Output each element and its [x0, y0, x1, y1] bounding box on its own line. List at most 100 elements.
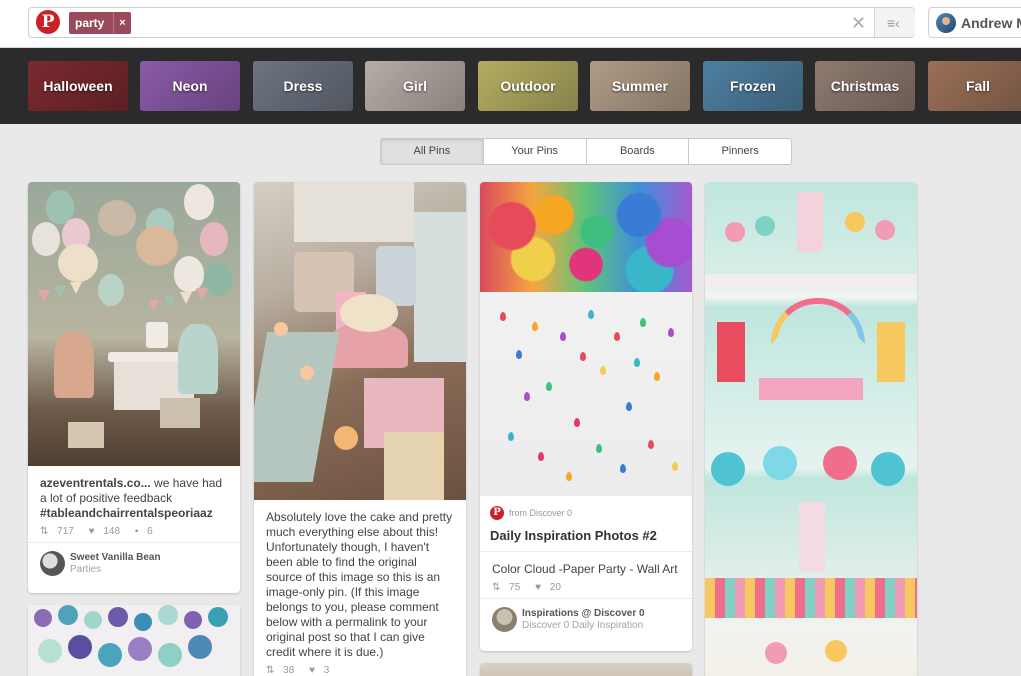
- pin-image[interactable]: [480, 182, 692, 496]
- rainbow-shape: [771, 298, 865, 344]
- repin-count-value: 38: [283, 665, 295, 676]
- pin-card[interactable]: [705, 182, 917, 676]
- category-dress[interactable]: Dress: [253, 61, 353, 111]
- raindrop-shape: [574, 418, 580, 427]
- like-count: ♥ 3: [309, 665, 335, 676]
- raindrop-shape: [634, 358, 640, 367]
- raindrop-shape: [560, 332, 566, 341]
- pinner-name[interactable]: Inspirations @ Discover 0: [522, 608, 645, 619]
- category-label: Dress: [283, 78, 323, 94]
- pin-hashtag[interactable]: #tableandchairrentalspeoriaaz: [40, 506, 213, 520]
- user-name: Andrew M: [961, 15, 1021, 31]
- board-name[interactable]: Discover 0 Daily Inspiration: [522, 620, 643, 631]
- raindrop-shape: [626, 402, 632, 411]
- category-label: Girl: [402, 78, 428, 94]
- category-label: Outdoor: [500, 78, 556, 94]
- like-count-value: 148: [103, 526, 121, 537]
- search-options-button[interactable]: ≡‹: [874, 8, 915, 37]
- comment-count: ▪ 6: [135, 526, 159, 537]
- paper-circle: [128, 637, 152, 661]
- candle-shape: [334, 426, 358, 450]
- repin-icon: ⇅: [266, 665, 275, 676]
- search-token[interactable]: party ×: [69, 12, 131, 34]
- pin-from-line[interactable]: P from Discover 0: [480, 496, 692, 520]
- search-bar[interactable]: party × ✕ ≡‹: [28, 7, 915, 38]
- balloon-shape: [174, 256, 204, 292]
- pin-from-text[interactable]: from Discover 0: [509, 508, 572, 518]
- category-summer[interactable]: Summer: [590, 61, 690, 111]
- like-count-value: 3: [323, 665, 330, 676]
- pin-image[interactable]: [254, 182, 466, 500]
- menu-icon: ≡‹: [887, 15, 900, 31]
- candle-shape: [300, 366, 314, 380]
- raindrop-shape: [538, 452, 544, 461]
- treat-shape: [875, 220, 895, 240]
- pin-attribution[interactable]: Sweet Vanilla Bean Parties: [28, 542, 240, 582]
- pin-description: Color Cloud -Paper Party - Wall Art: [492, 562, 678, 576]
- pinterest-logo-icon[interactable]: P: [36, 10, 60, 34]
- pinner-name[interactable]: Sweet Vanilla Bean: [70, 552, 161, 563]
- paper-cloud: [480, 182, 692, 292]
- pin-image[interactable]: [28, 182, 240, 466]
- tab-all-pins[interactable]: All Pins: [381, 139, 483, 164]
- wall-shape: [294, 182, 414, 242]
- pin-card[interactable]: Absolutely love the cake and pretty much…: [254, 182, 466, 676]
- paper-circle: [188, 635, 212, 659]
- bunting-flag: [54, 286, 66, 298]
- pin-card[interactable]: P from Discover 0 Daily Inspiration Phot…: [480, 182, 692, 651]
- tab-boards[interactable]: Boards: [585, 139, 689, 164]
- repin-count: ⇅ 75: [492, 582, 526, 593]
- pin-card[interactable]: [28, 605, 240, 676]
- raindrop-shape: [648, 440, 654, 449]
- tab-your-pins[interactable]: Your Pins: [482, 139, 586, 164]
- category-neon[interactable]: Neon: [140, 61, 240, 111]
- user-profile-button[interactable]: Andrew M: [928, 7, 1021, 38]
- category-label: Neon: [172, 78, 208, 94]
- straws-shape: [384, 432, 444, 500]
- raindrop-shape: [672, 462, 678, 471]
- paper-circle: [158, 605, 178, 625]
- pin-stats: ⇅ 38 ♥ 3: [254, 660, 466, 676]
- raindrop-shape: [546, 382, 552, 391]
- pin-card[interactable]: [480, 663, 692, 676]
- pin-source[interactable]: azeventrentals.co...: [40, 476, 151, 490]
- gift-box: [68, 422, 104, 448]
- category-label: Christmas: [830, 78, 900, 94]
- pinner-avatar[interactable]: [492, 607, 517, 632]
- like-count: ♥ 20: [535, 582, 567, 593]
- pin-description: azeventrentals.co... we have had a lot o…: [28, 466, 240, 521]
- category-label: Summer: [611, 78, 669, 94]
- clear-search-icon[interactable]: ✕: [851, 12, 866, 34]
- remove-token-icon[interactable]: ×: [113, 12, 131, 34]
- balloon-shape: [32, 222, 60, 256]
- category-frozen[interactable]: Frozen: [703, 61, 803, 111]
- category-fall[interactable]: Fall: [928, 61, 1021, 111]
- candy-jar: [717, 322, 745, 382]
- comment-icon: ▪: [134, 526, 139, 537]
- cake-shape: [799, 502, 825, 572]
- board-name[interactable]: Parties: [70, 564, 101, 575]
- pin-image[interactable]: [480, 663, 692, 676]
- pinner-avatar[interactable]: [40, 551, 65, 576]
- paper-circle: [158, 643, 182, 667]
- category-halloween[interactable]: Halloween: [28, 61, 128, 111]
- pin-card[interactable]: azeventrentals.co... we have had a lot o…: [28, 182, 240, 593]
- raindrop-shape: [566, 472, 572, 481]
- paper-circle: [208, 607, 228, 627]
- pin-title[interactable]: Daily Inspiration Photos #2: [480, 518, 692, 552]
- tab-pinners[interactable]: Pinners: [688, 139, 791, 164]
- paper-circle: [68, 635, 92, 659]
- pin-attribution[interactable]: Inspirations @ Discover 0 Discover 0 Dai…: [480, 598, 692, 638]
- like-count: ♥ 148: [89, 526, 126, 537]
- discover-logo-icon: P: [490, 506, 504, 520]
- chair-shape: [414, 212, 466, 362]
- treat-shape: [725, 222, 745, 242]
- raindrop-shape: [614, 332, 620, 341]
- category-christmas[interactable]: Christmas: [815, 61, 915, 111]
- pin-image[interactable]: [28, 605, 240, 676]
- category-outdoor[interactable]: Outdoor: [478, 61, 578, 111]
- pin-image[interactable]: [705, 182, 917, 676]
- top-header: party × ✕ ≡‹ P Andrew M: [0, 0, 1021, 48]
- category-girl[interactable]: Girl: [365, 61, 465, 111]
- paper-circle: [38, 639, 62, 663]
